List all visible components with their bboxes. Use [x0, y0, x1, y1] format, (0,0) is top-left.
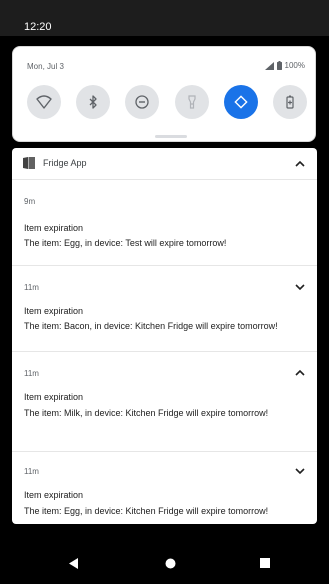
- qs-tiles: [27, 85, 307, 119]
- bluetooth-icon: [89, 95, 97, 109]
- notification-time: 9m: [24, 197, 36, 206]
- qs-date[interactable]: Mon, Jul 3: [27, 62, 64, 71]
- qs-drag-handle[interactable]: [155, 135, 187, 138]
- fridge-app-icon: [23, 157, 35, 169]
- battery-icon: [276, 61, 282, 70]
- notification-text: The item: Milk, in device: Kitchen Fridg…: [24, 408, 269, 418]
- notification-text: The item: Egg, in device: Kitchen Fridge…: [24, 506, 269, 516]
- battery-saver-icon: [286, 95, 294, 109]
- bluetooth-tile[interactable]: [76, 85, 111, 119]
- notification-time: 11m: [24, 283, 39, 292]
- notification-item[interactable]: 11m Item expiration The item: Bacon, in …: [12, 266, 317, 352]
- notification-title: Item expiration: [24, 392, 84, 402]
- do-not-disturb-tile[interactable]: [125, 85, 160, 119]
- notification-title: Item expiration: [24, 490, 84, 500]
- cell-signal-icon: [264, 61, 274, 70]
- chevron-down-icon[interactable]: [293, 280, 307, 294]
- notification-text: The item: Egg, in device: Test will expi…: [24, 238, 227, 248]
- notification-time: 11m: [24, 467, 39, 476]
- notification-title: Item expiration: [24, 306, 84, 316]
- flashlight-tile[interactable]: [174, 85, 209, 119]
- auto-rotate-tile[interactable]: [223, 85, 258, 119]
- notification-item[interactable]: 11m Item expiration The item: Egg, in de…: [12, 452, 317, 524]
- status-time: 12:20: [24, 21, 52, 33]
- notification-time: 11m: [24, 369, 39, 378]
- back-icon[interactable]: [69, 558, 78, 569]
- do-not-disturb-icon: [135, 95, 150, 109]
- recents-icon[interactable]: [260, 558, 270, 568]
- chevron-down-icon[interactable]: [293, 464, 307, 478]
- navigation-bar: [0, 544, 329, 584]
- home-icon[interactable]: [165, 558, 176, 569]
- status-bar: 12:20: [0, 0, 329, 36]
- wifi-tile[interactable]: [27, 85, 61, 119]
- notification-item[interactable]: 9m Item expiration The item: Egg, in dev…: [12, 180, 317, 266]
- notification-group-header[interactable]: Fridge App: [12, 148, 317, 180]
- notification-text: The item: Bacon, in device: Kitchen Frid…: [24, 321, 278, 331]
- chevron-up-icon[interactable]: [293, 366, 307, 380]
- notification-item[interactable]: 11m Item expiration The item: Milk, in d…: [12, 352, 317, 452]
- app-name: Fridge App: [43, 158, 87, 168]
- battery-percent: 100%: [284, 61, 305, 70]
- flashlight-icon: [187, 95, 196, 109]
- wifi-icon: [36, 95, 52, 109]
- battery-saver-tile[interactable]: [272, 85, 307, 119]
- quick-settings-panel[interactable]: Mon, Jul 3 100%: [12, 46, 316, 142]
- auto-rotate-icon: [234, 95, 248, 109]
- notification-title: Item expiration: [24, 223, 84, 233]
- chevron-up-icon[interactable]: [293, 157, 307, 171]
- qs-status-right: 100%: [264, 61, 305, 70]
- notification-group[interactable]: Fridge App 9m Item expiration The item: …: [12, 148, 317, 524]
